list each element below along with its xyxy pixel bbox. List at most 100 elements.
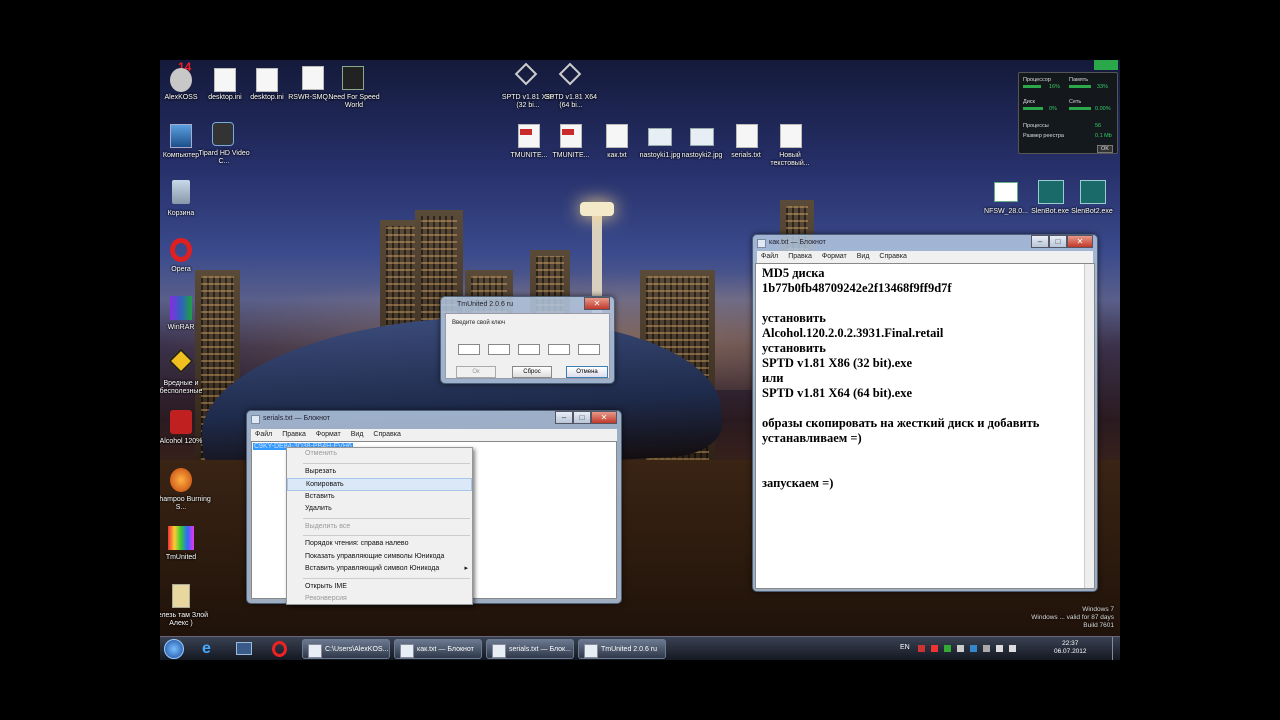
key-field-5[interactable] <box>578 344 600 355</box>
minimize-button[interactable]: – <box>1031 235 1049 248</box>
opera-taskbar-icon[interactable] <box>272 641 287 657</box>
gadget-ok-button[interactable]: OK <box>1097 145 1113 153</box>
menu-view[interactable]: Вид <box>857 253 870 261</box>
vertical-scrollbar[interactable] <box>1084 264 1094 588</box>
menu-edit[interactable]: Правка <box>282 431 306 439</box>
computer-icon[interactable] <box>170 124 192 148</box>
menu-separator <box>303 517 470 519</box>
winrar-icon[interactable] <box>170 296 192 320</box>
txt-file-icon[interactable] <box>736 124 758 148</box>
context-menu-item[interactable]: Вырезать <box>287 466 472 479</box>
clock[interactable]: 22:37 06.07.2012 <box>1054 640 1087 656</box>
taskbar-kak-notepad[interactable]: как.txt — Блокнот <box>394 639 482 659</box>
nfs-world-icon[interactable] <box>342 66 364 90</box>
alcohol-icon[interactable] <box>170 410 192 434</box>
taskbar: e C:\Users\AlexKOS... как.txt — Блокнот … <box>160 636 1120 660</box>
close-button[interactable]: ✕ <box>584 297 610 310</box>
tray-icon[interactable] <box>983 645 990 652</box>
reset-button[interactable]: Сброс <box>512 366 552 378</box>
ok-button[interactable]: Ок <box>456 366 496 378</box>
image-file-icon[interactable] <box>648 128 672 146</box>
menu-separator <box>303 462 470 464</box>
file-icon[interactable] <box>302 66 324 90</box>
net-bar <box>1069 107 1091 110</box>
folder-icon[interactable] <box>172 584 190 608</box>
pdf-file-icon[interactable] <box>518 124 540 148</box>
close-button[interactable]: ✕ <box>1067 235 1093 248</box>
context-menu-item[interactable]: Показать управляющие символы Юникода <box>287 551 472 564</box>
nfsw-file-icon[interactable] <box>994 182 1018 202</box>
context-menu-item[interactable]: Копировать <box>287 478 472 491</box>
tmunited-icon[interactable] <box>168 526 194 550</box>
slenbot-icon[interactable] <box>1080 180 1106 204</box>
menu-separator <box>303 577 470 579</box>
menu-format[interactable]: Формат <box>822 253 847 261</box>
system-monitor-gadget[interactable]: Процессор Память 16% 33% Диск Сеть 0% 0.… <box>1018 72 1118 154</box>
key-field-4[interactable] <box>548 344 570 355</box>
taskbar-explorer[interactable]: C:\Users\AlexKOS... <box>302 639 390 659</box>
registry-value: 0.1 Mb <box>1095 133 1112 139</box>
icon-label: SlenBot2.exe <box>1071 208 1113 215</box>
context-menu-item[interactable]: Вставить управляющий символ Юникода ▸ <box>287 563 472 576</box>
txt-file-icon[interactable] <box>780 124 802 148</box>
notepad-kak-window[interactable]: как.txt — Блокнот – □ ✕ Файл Правка Формат… <box>752 234 1098 592</box>
opera-icon[interactable] <box>170 238 192 262</box>
media-player-icon[interactable] <box>236 642 252 655</box>
txt-file-icon[interactable] <box>606 124 628 148</box>
menu-format[interactable]: Формат <box>316 431 341 439</box>
menu-file[interactable]: Файл <box>761 253 778 261</box>
slenbot-icon[interactable] <box>1038 180 1064 204</box>
user-folder-icon[interactable] <box>170 68 192 92</box>
menu-help[interactable]: Справка <box>373 431 400 439</box>
context-menu-item[interactable]: Удалить <box>287 503 472 516</box>
text-area[interactable]: MD5 диска 1b77b0fb48709242e2f13468f9ff9d… <box>755 263 1095 589</box>
menu-help[interactable]: Справка <box>879 253 906 261</box>
context-menu-item[interactable]: Реконверсия <box>287 593 472 606</box>
icon-label: Alcohol 120% <box>160 438 203 445</box>
tmunited-dialog[interactable]: TmUnited 2.0.6 ru ✕ Введите свой ключ Ок… <box>440 296 615 384</box>
taskbar-serials-notepad[interactable]: serials.txt — Блок... <box>486 639 574 659</box>
menu-edit[interactable]: Правка <box>788 253 812 261</box>
minimize-button[interactable]: – <box>555 411 573 424</box>
icon-label: Need For Speed World <box>328 94 380 109</box>
ini-file-icon[interactable] <box>214 68 236 92</box>
tipard-icon[interactable] <box>212 122 234 146</box>
network-icon[interactable] <box>996 645 1003 652</box>
maximize-button[interactable]: □ <box>1049 235 1067 248</box>
volume-icon[interactable] <box>1009 645 1016 652</box>
context-menu-item[interactable]: Выделить все <box>287 521 472 534</box>
sptd-icon[interactable] <box>558 62 582 86</box>
watermark-line: Windows ... valid for 87 days <box>1031 614 1114 621</box>
tray-icon[interactable] <box>970 645 977 652</box>
context-menu[interactable]: Отменить Вырезать Копировать Вставить Удалит… <box>286 447 473 605</box>
tray-icon[interactable] <box>931 645 938 652</box>
context-menu-item[interactable]: Открыть IME <box>287 581 472 594</box>
start-button[interactable] <box>164 639 184 659</box>
ini-file-icon[interactable] <box>256 68 278 92</box>
context-menu-item[interactable]: Порядок чтения: справа налево <box>287 538 472 551</box>
image-file-icon[interactable] <box>690 128 714 146</box>
sptd-icon[interactable] <box>514 62 538 86</box>
close-button[interactable]: ✕ <box>591 411 617 424</box>
menu-view[interactable]: Вид <box>351 431 364 439</box>
disk-label: Диск <box>1023 99 1035 105</box>
ie-icon[interactable]: e <box>202 641 218 657</box>
context-menu-item[interactable]: Отменить <box>287 448 472 461</box>
tray-icon[interactable] <box>918 645 925 652</box>
language-indicator[interactable]: EN <box>900 644 910 651</box>
key-field-1[interactable] <box>458 344 480 355</box>
windows-watermark: Windows 7 Windows ... valid for 87 days … <box>1031 606 1114 630</box>
tray-icon[interactable] <box>957 645 964 652</box>
menu-file[interactable]: Файл <box>255 431 272 439</box>
show-desktop-button[interactable] <box>1112 637 1120 660</box>
pdf-file-icon[interactable] <box>560 124 582 148</box>
recycle-bin-icon[interactable] <box>172 180 190 204</box>
tray-icon[interactable] <box>944 645 951 652</box>
key-field-3[interactable] <box>518 344 540 355</box>
taskbar-tmunited[interactable]: TmUnited 2.0.6 ru <box>578 639 666 659</box>
ashampoo-icon[interactable] <box>170 468 192 492</box>
key-field-2[interactable] <box>488 344 510 355</box>
cancel-button[interactable]: Отмена <box>566 366 608 378</box>
context-menu-item[interactable]: Вставить <box>287 491 472 504</box>
maximize-button[interactable]: □ <box>573 411 591 424</box>
